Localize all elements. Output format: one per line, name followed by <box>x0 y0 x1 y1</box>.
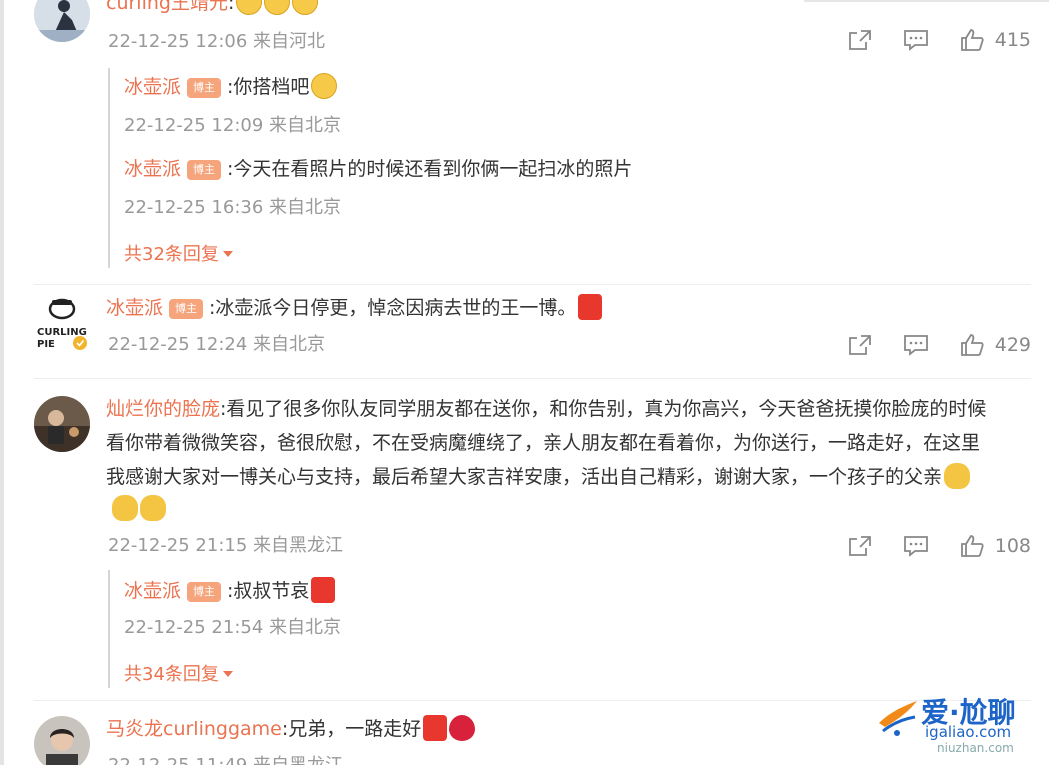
jet-plane-logo-icon <box>875 693 921 739</box>
comment-time: 22-12-25 21:15 来自黑龙江 <box>108 535 344 556</box>
hug-icon <box>112 495 138 521</box>
comment-actions: 429 <box>817 333 1031 357</box>
comment-actions: 108 <box>817 534 1031 558</box>
left-edge-rule <box>0 0 4 765</box>
candle-icon <box>578 294 603 320</box>
hug-icon <box>944 463 971 489</box>
sad-face-icon <box>264 0 291 15</box>
comment-text-line: 看你带着微微笑容，爸很欣慰，不在受病魔缠绕了，亲人朋友都在看着你，为你送行，一路… <box>106 432 981 454</box>
watermark-url-secondary: niuzhan.com <box>937 741 1014 755</box>
hug-icon <box>140 495 166 521</box>
comment-text-line: 我感谢大家对一博关心与支持，最后希望大家吉祥安康，活出自己精彩，谢谢大家，一个孩… <box>106 466 943 488</box>
reply-username[interactable]: 冰壶派 <box>124 158 181 180</box>
comment-time: 22-12-25 12:06 来自河北 <box>108 31 326 52</box>
reply-time: 22-12-25 16:36 来自北京 <box>124 197 342 218</box>
comment-icon[interactable] <box>903 28 929 52</box>
divider <box>34 378 1031 379</box>
comment-icon[interactable] <box>903 534 929 558</box>
avatar[interactable] <box>34 0 90 42</box>
broken-heart-icon <box>449 715 476 741</box>
reply-username[interactable]: 冰壶派 <box>124 580 181 602</box>
share-icon[interactable] <box>847 333 873 357</box>
crying-face-icon <box>311 73 338 99</box>
share-icon[interactable] <box>847 28 873 52</box>
like-icon[interactable] <box>959 534 985 558</box>
like-count: 415 <box>994 29 1031 51</box>
caret-down-icon <box>222 251 233 257</box>
reply-time: 22-12-25 21:54 来自北京 <box>124 617 342 638</box>
more-replies-link[interactable]: 共34条回复 <box>124 660 233 686</box>
comment-actions: 415 <box>817 28 1031 52</box>
reply-box: 冰壶派 博主:叔叔节哀 22-12-25 21:54 来自北京 共34条回复 <box>108 570 1028 688</box>
avatar[interactable] <box>34 396 90 452</box>
share-icon[interactable] <box>847 534 873 558</box>
comment-username[interactable]: 冰壶派 <box>106 297 163 319</box>
blogger-badge: 博主 <box>169 299 204 319</box>
sad-face-icon <box>292 0 319 15</box>
candle-icon <box>423 715 448 741</box>
candle-icon <box>311 577 336 603</box>
top-right-divider <box>804 0 1049 4</box>
divider <box>34 284 1031 285</box>
comment-time: 22-12-25 11:49 来自黑龙江 <box>108 754 343 765</box>
avatar[interactable] <box>34 716 90 765</box>
more-replies-link[interactable]: 共32条回复 <box>124 240 233 266</box>
reply-box: 冰壶派 博主:你搭档吧 22-12-25 12:09 来自北京 冰壶派 博主:今天在… <box>108 68 1028 268</box>
avatar[interactable]: CURLING PIE <box>34 295 90 351</box>
caret-down-icon <box>222 671 233 677</box>
comment-icon[interactable] <box>903 333 929 357</box>
like-count: 108 <box>994 535 1031 557</box>
like-icon[interactable] <box>959 28 985 52</box>
comment-username[interactable]: 灿烂你的脸庞 <box>106 398 220 420</box>
sad-face-icon <box>236 0 263 15</box>
comment-time: 22-12-25 12:24 来自北京 <box>108 334 326 355</box>
svg-text:PIE: PIE <box>37 339 55 350</box>
blogger-badge: 博主 <box>187 582 222 602</box>
site-watermark: 爱·尬聊 igaliao.com niuzhan.com <box>871 689 1041 759</box>
comment-username[interactable]: 马炎龙curlinggame <box>106 718 282 740</box>
like-count: 429 <box>994 334 1031 356</box>
blogger-badge: 博主 <box>187 160 222 180</box>
reply-time: 22-12-25 12:09 来自北京 <box>124 115 342 136</box>
comment-username[interactable]: curling王靖元 <box>106 0 228 14</box>
like-icon[interactable] <box>959 333 985 357</box>
reply-username[interactable]: 冰壶派 <box>124 76 181 98</box>
blogger-badge: 博主 <box>187 78 222 98</box>
watermark-url: igaliao.com <box>925 723 1012 741</box>
